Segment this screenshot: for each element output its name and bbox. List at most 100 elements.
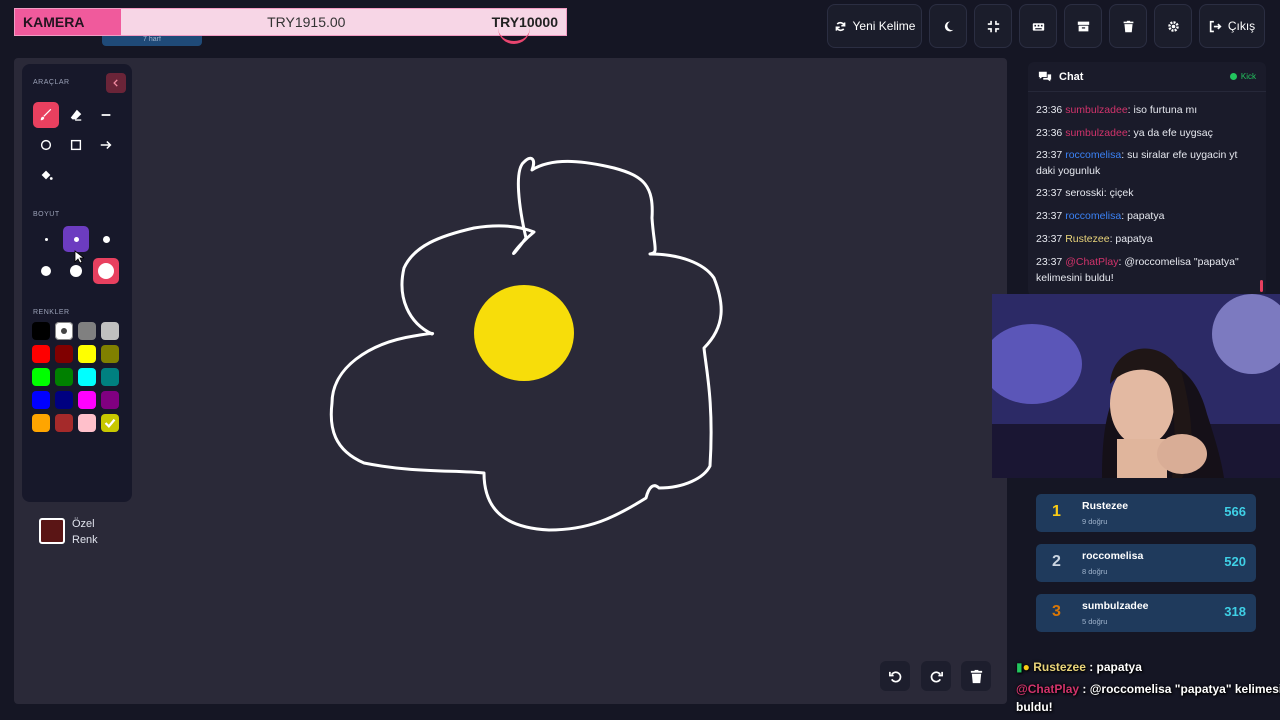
circle-icon xyxy=(40,139,52,151)
eraser-tool[interactable] xyxy=(63,102,89,128)
redo-button[interactable] xyxy=(921,661,951,691)
badge-icon: ▮ xyxy=(1016,660,1023,674)
fullscreen-button[interactable] xyxy=(974,4,1012,48)
mouse-pointer-icon xyxy=(74,250,84,264)
keyboard-button[interactable] xyxy=(1019,4,1057,48)
chat-username[interactable]: roccomelisa xyxy=(1065,149,1121,161)
coin-icon: ● xyxy=(1022,660,1030,674)
canvas-clear-button[interactable] xyxy=(961,661,991,691)
arrow-right-icon xyxy=(100,140,112,150)
color-swatch[interactable] xyxy=(55,368,73,386)
chat-text: ya da efe uygsaç xyxy=(1133,127,1213,139)
size-3-button[interactable] xyxy=(93,226,119,252)
gear-icon xyxy=(1167,20,1179,32)
color-swatch[interactable] xyxy=(55,322,73,340)
chat-text: iso furtuna mı xyxy=(1133,104,1198,116)
color-swatch[interactable] xyxy=(78,345,96,363)
correct-count: 8 doğru xyxy=(1082,567,1108,576)
color-swatch[interactable] xyxy=(101,345,119,363)
fill-tool[interactable] xyxy=(33,162,59,188)
collapse-panel-button[interactable] xyxy=(106,73,126,93)
color-swatch[interactable] xyxy=(32,345,50,363)
color-swatch[interactable] xyxy=(78,368,96,386)
line-tool[interactable] xyxy=(93,102,119,128)
player-points: 566 xyxy=(1224,504,1246,519)
overlay-message-2: @ChatPlay : @roccomelisa "papatya" kelim… xyxy=(1016,682,1280,696)
color-swatch[interactable] xyxy=(32,391,50,409)
chat-message: 23:36 sumbulzadee: ya da efe uygsaç xyxy=(1036,125,1246,141)
brush-icon xyxy=(40,108,52,121)
chat-username[interactable]: Rustezee xyxy=(1065,233,1109,245)
clear-button[interactable] xyxy=(1109,4,1147,48)
size-4-button[interactable] xyxy=(33,258,59,284)
dark-mode-button[interactable] xyxy=(929,4,967,48)
chat-message: 23:37 @ChatPlay: @roccomelisa "papatya" … xyxy=(1036,254,1246,286)
circle-tool[interactable] xyxy=(33,132,59,158)
brush-tool[interactable] xyxy=(33,102,59,128)
rank-number: 2 xyxy=(1052,553,1061,570)
undo-button[interactable] xyxy=(880,661,910,691)
color-swatch[interactable] xyxy=(32,322,50,340)
leaderboard-row: 3 sumbulzadee 5 doğru 318 xyxy=(1036,594,1256,632)
banner-label: KAMERA xyxy=(15,9,121,35)
correct-count: 9 doğru xyxy=(1082,517,1108,526)
archive-button[interactable] xyxy=(1064,4,1102,48)
color-swatch[interactable] xyxy=(55,391,73,409)
new-word-button[interactable]: Yeni Kelime xyxy=(827,4,922,48)
chat-username[interactable]: sumbulzadee xyxy=(1065,127,1127,139)
check-icon xyxy=(104,418,116,429)
color-swatch[interactable] xyxy=(78,414,96,432)
rectangle-tool[interactable] xyxy=(63,132,89,158)
exit-button[interactable]: Çıkış xyxy=(1199,4,1265,48)
color-swatch[interactable] xyxy=(55,414,73,432)
chat-username[interactable]: serosski xyxy=(1065,187,1104,199)
chat-header: Chat Kick xyxy=(1028,62,1266,92)
chat-title: Chat xyxy=(1059,70,1084,83)
size-1-button[interactable] xyxy=(33,226,59,252)
chat-scrollbar[interactable] xyxy=(1260,280,1263,292)
moon-icon xyxy=(944,21,953,31)
overlay-user-2: @ChatPlay xyxy=(1016,682,1080,696)
color-swatch[interactable] xyxy=(78,322,96,340)
chat-text: papatya xyxy=(1127,210,1165,222)
arrow-tool[interactable] xyxy=(93,132,119,158)
color-swatch[interactable] xyxy=(32,414,50,432)
chat-time: 23:37 xyxy=(1036,256,1063,268)
paint-bucket-icon xyxy=(41,170,53,180)
size-section-title: BOYUT xyxy=(33,211,60,218)
player-name: Rustezee xyxy=(1082,500,1129,512)
comments-icon xyxy=(1038,71,1052,81)
chat-time: 23:37 xyxy=(1036,210,1063,222)
chat-username[interactable]: @ChatPlay xyxy=(1065,256,1118,268)
custom-color-label: Özel Renk xyxy=(72,518,98,546)
custom-color-picker[interactable]: Özel Renk xyxy=(33,514,131,554)
color-swatch[interactable] xyxy=(101,391,119,409)
custom-color-swatch[interactable] xyxy=(39,518,65,544)
chat-time: 23:37 xyxy=(1036,233,1063,245)
platform-label: Kick xyxy=(1240,72,1256,81)
chat-username[interactable]: roccomelisa xyxy=(1065,210,1121,222)
size-6-button[interactable] xyxy=(93,258,119,284)
chat-text: papatya xyxy=(1115,233,1153,245)
flower-drawing xyxy=(329,156,723,532)
size-2-button[interactable] xyxy=(63,226,89,252)
donation-goal-banner: KAMERA TRY1915.00 TRY10000 xyxy=(14,8,567,36)
color-swatch[interactable] xyxy=(78,391,96,409)
overlay-text-1: : papatya xyxy=(1085,660,1142,674)
color-swatch[interactable] xyxy=(101,414,119,432)
rank-number: 1 xyxy=(1052,503,1061,520)
color-swatch[interactable] xyxy=(32,368,50,386)
color-swatch[interactable] xyxy=(55,345,73,363)
undo-icon xyxy=(888,670,901,682)
compress-icon xyxy=(987,20,999,32)
chat-username[interactable]: sumbulzadee xyxy=(1065,104,1127,116)
settings-button[interactable] xyxy=(1154,4,1192,48)
tools-section-title: ARAÇLAR xyxy=(33,79,70,86)
overlay-user-1: Rustezee xyxy=(1033,660,1086,674)
color-swatch[interactable] xyxy=(101,368,119,386)
color-swatch[interactable] xyxy=(101,322,119,340)
trash-icon xyxy=(1123,20,1133,32)
chat-time: 23:36 xyxy=(1036,104,1063,116)
webcam-feed xyxy=(992,294,1280,478)
chat-time: 23:37 xyxy=(1036,187,1063,199)
